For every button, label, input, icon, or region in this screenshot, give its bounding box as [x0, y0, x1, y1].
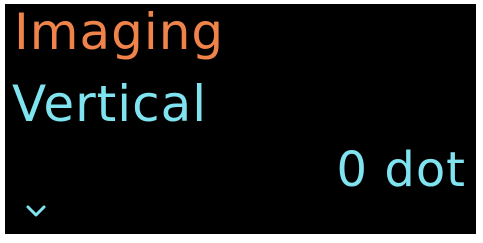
lcd-screen: Imaging Vertical 0 dot: [5, 4, 476, 234]
setting-value: 0 dot: [336, 142, 466, 198]
chevron-down-icon: [26, 205, 46, 217]
setting-name: Vertical: [12, 75, 208, 133]
menu-title: Imaging: [14, 4, 225, 61]
